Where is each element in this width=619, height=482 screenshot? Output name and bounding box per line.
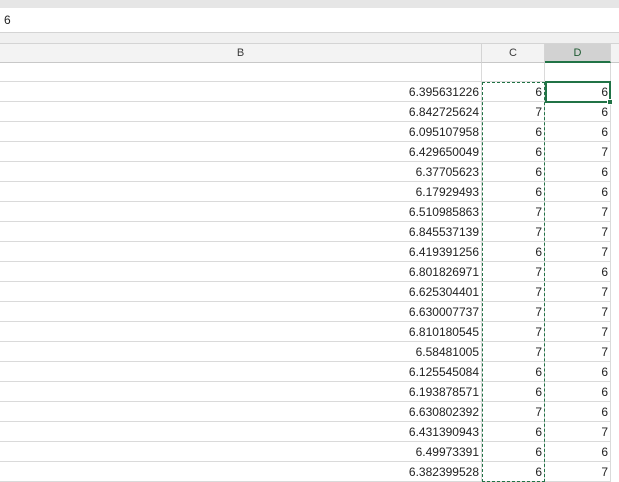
cell-b[interactable]: 6.125545084 (0, 362, 482, 381)
cell-d[interactable]: 6 (545, 162, 611, 181)
fill-handle[interactable] (607, 99, 613, 105)
cell-c[interactable]: 6 (482, 142, 545, 161)
cell-c[interactable]: 6 (482, 422, 545, 441)
cell-b[interactable]: 6.510985863 (0, 202, 482, 221)
table-row: 6.193878571 6 6 (0, 382, 611, 402)
table-row: 6.17929493 6 6 (0, 182, 611, 202)
table-row: 6.429650049 6 7 (0, 142, 611, 162)
table-row: 6.510985863 7 7 (0, 202, 611, 222)
table-row: 6.125545084 6 6 (0, 362, 611, 382)
table-row (0, 63, 611, 82)
cell-c[interactable]: 7 (482, 302, 545, 321)
column-header-c[interactable]: C (482, 44, 545, 63)
table-row: 6.630802392 7 6 (0, 402, 611, 422)
cell-c[interactable]: 6 (482, 182, 545, 201)
cell-d[interactable]: 7 (545, 142, 611, 161)
cell-d[interactable]: 6 (545, 402, 611, 421)
cell-d[interactable]: 7 (545, 302, 611, 321)
table-row: 6.095107958 6 6 (0, 122, 611, 142)
cell-c[interactable]: 6 (482, 442, 545, 461)
cell-d[interactable]: 6 (545, 122, 611, 141)
cell-b[interactable]: 6.17929493 (0, 182, 482, 201)
cell-c[interactable]: 6 (482, 162, 545, 181)
cell-b[interactable]: 6.49973391 (0, 442, 482, 461)
cell-b[interactable]: 6.630007737 (0, 302, 482, 321)
cell-c[interactable]: 7 (482, 102, 545, 121)
cell-d[interactable]: 7 (545, 282, 611, 301)
cell-d[interactable] (545, 63, 611, 82)
cell-b[interactable]: 6.37705623 (0, 162, 482, 181)
cell-b[interactable]: 6.431390943 (0, 422, 482, 441)
cell-c[interactable]: 7 (482, 342, 545, 361)
cell-b[interactable]: 6.630802392 (0, 402, 482, 421)
cell-c[interactable]: 7 (482, 322, 545, 341)
cell-d[interactable]: 7 (545, 322, 611, 341)
column-header-d[interactable]: D (545, 44, 611, 63)
table-row: 6.801826971 7 6 (0, 262, 611, 282)
cell-d[interactable]: 6 (545, 382, 611, 401)
table-row: 6.395631226 6 6 (0, 82, 611, 102)
table-row: 6.37705623 6 6 (0, 162, 611, 182)
table-row: 6.810180545 7 7 (0, 322, 611, 342)
table-row: 6.49973391 6 6 (0, 442, 611, 462)
cell-c[interactable]: 6 (482, 362, 545, 381)
cell-d[interactable]: 7 (545, 222, 611, 241)
cell-grid: 6.395631226 6 6 6.842725624 7 6 6.095107958 6 6 6… (0, 63, 619, 482)
cell-b[interactable]: 6.845537139 (0, 222, 482, 241)
cell-b[interactable]: 6.801826971 (0, 262, 482, 281)
cell-c[interactable]: 7 (482, 202, 545, 221)
cell-d[interactable]: 7 (545, 242, 611, 261)
cell-c[interactable]: 6 (482, 122, 545, 141)
cell-d[interactable]: 6 (545, 262, 611, 281)
formula-bar-value[interactable]: 6 (4, 13, 11, 27)
cell-c[interactable]: 6 (482, 382, 545, 401)
cell-d[interactable]: 6 (545, 102, 611, 121)
table-row: 6.842725624 7 6 (0, 102, 611, 122)
cell-c[interactable]: 7 (482, 402, 545, 421)
column-header-b[interactable]: B (0, 44, 482, 63)
cell-b[interactable]: 6.625304401 (0, 282, 482, 301)
cell-b[interactable]: 6.810180545 (0, 322, 482, 341)
cell-c[interactable]: 7 (482, 222, 545, 241)
cell-d[interactable]: 6 (545, 182, 611, 201)
formula-bar[interactable]: 6 (0, 8, 619, 33)
cell-b[interactable]: 6.842725624 (0, 102, 482, 121)
cell-d[interactable]: 7 (545, 422, 611, 441)
table-row: 6.58481005 7 7 (0, 342, 611, 362)
cell-b[interactable]: 6.58481005 (0, 342, 482, 361)
table-row: 6.630007737 7 7 (0, 302, 611, 322)
cell-b[interactable]: 6.429650049 (0, 142, 482, 161)
cell-d[interactable]: 6 (545, 82, 611, 101)
cell-c[interactable]: 6 (482, 82, 545, 101)
table-row: 6.625304401 7 7 (0, 282, 611, 302)
cell-d[interactable]: 6 (545, 442, 611, 461)
table-row: 6.431390943 6 7 (0, 422, 611, 442)
cell-c[interactable] (482, 63, 545, 82)
table-row: 6.845537139 7 7 (0, 222, 611, 242)
cell-b[interactable]: 6.419391256 (0, 242, 482, 261)
cell-d[interactable]: 7 (545, 202, 611, 221)
cell-c[interactable]: 7 (482, 282, 545, 301)
cell-b[interactable]: 6.095107958 (0, 122, 482, 141)
cell-c[interactable]: 6 (482, 242, 545, 261)
cell-c[interactable]: 7 (482, 262, 545, 281)
table-row: 6.382399528 6 7 (0, 462, 611, 482)
cell-d[interactable]: 7 (545, 342, 611, 361)
column-header-e[interactable] (611, 44, 619, 63)
table-row: 6.419391256 6 7 (0, 242, 611, 262)
cell-d[interactable]: 6 (545, 362, 611, 381)
cell-b[interactable]: 6.395631226 (0, 82, 482, 101)
cell-b[interactable]: 6.193878571 (0, 382, 482, 401)
cell-b[interactable] (0, 63, 482, 82)
header-gap (0, 33, 619, 44)
